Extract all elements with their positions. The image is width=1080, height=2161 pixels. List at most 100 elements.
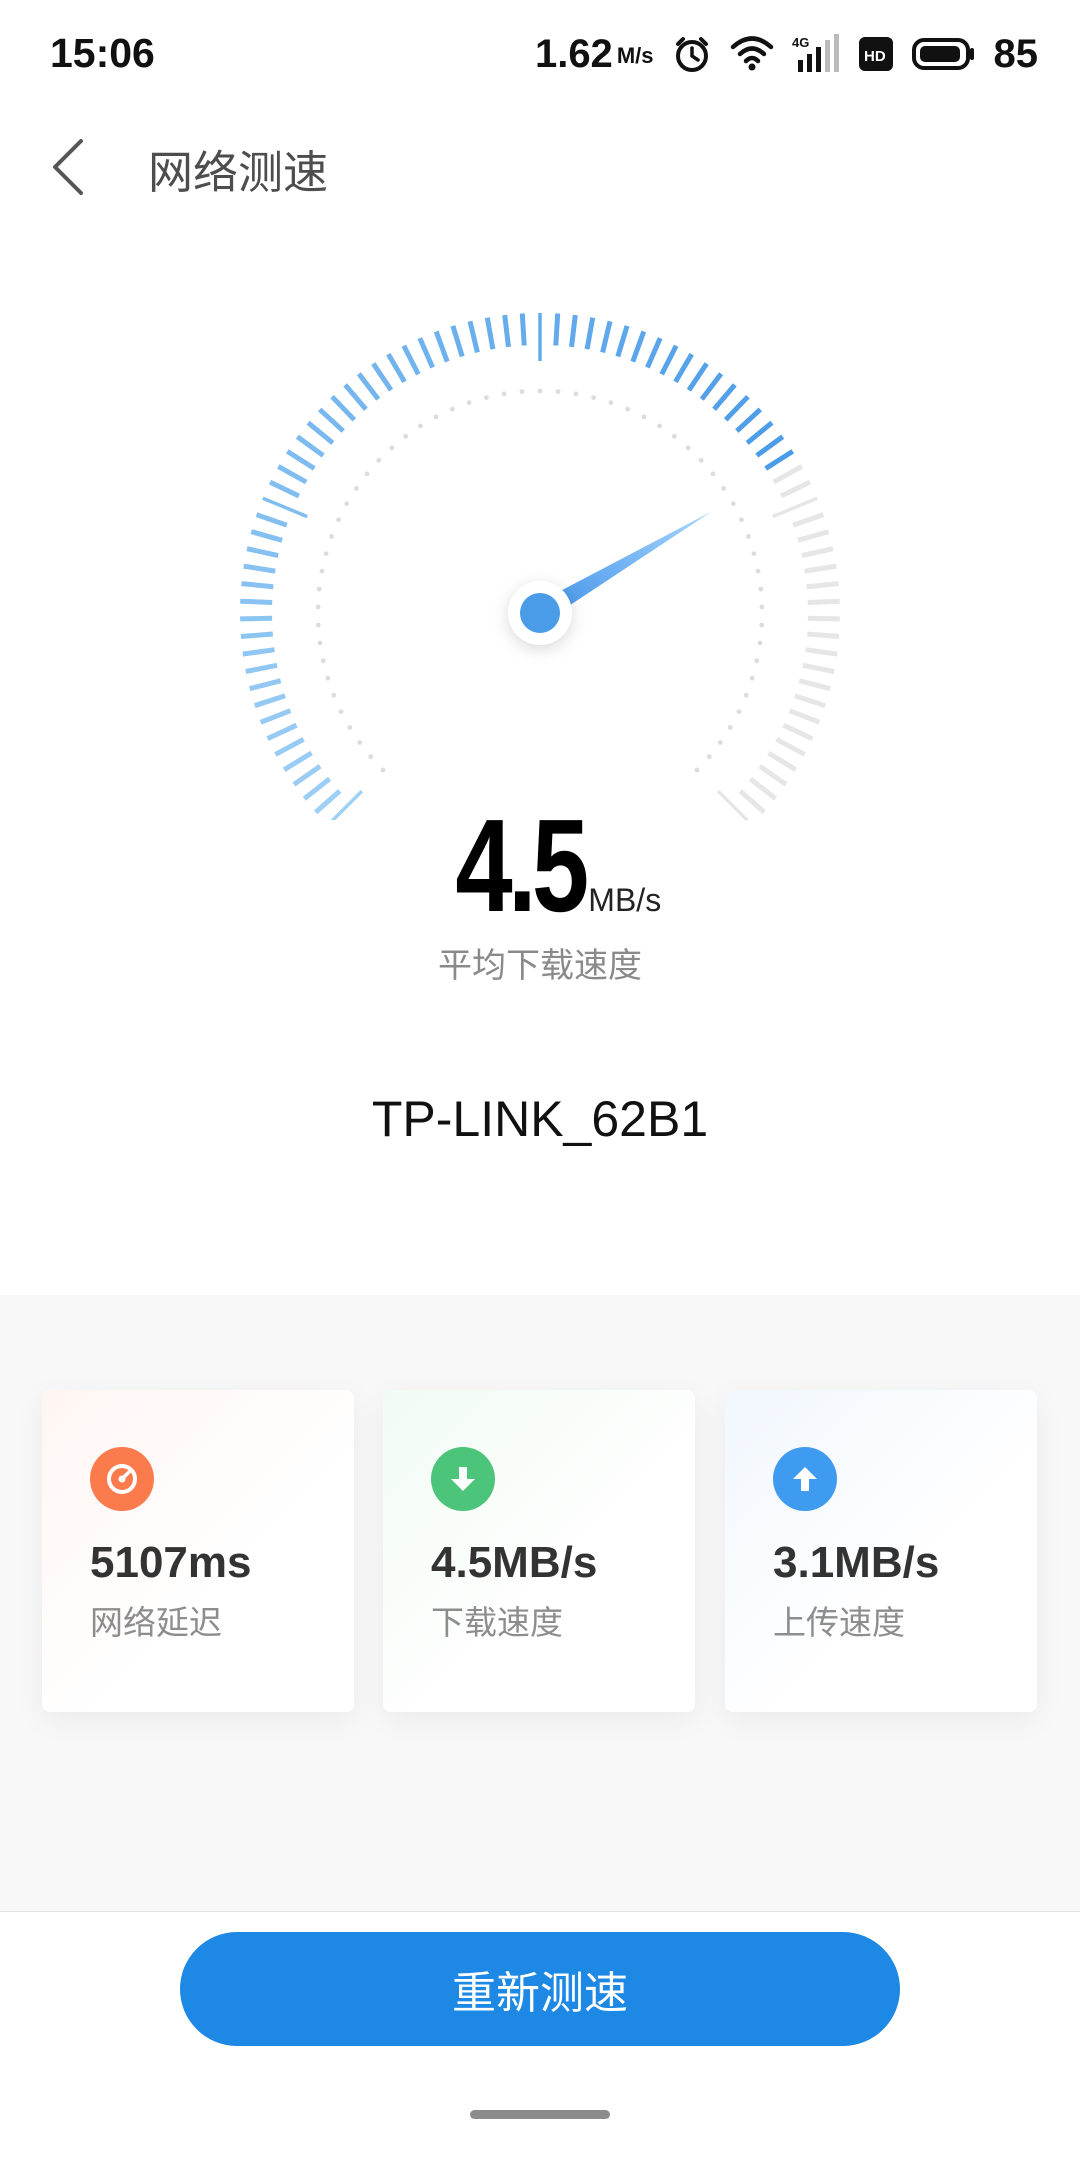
gauge-dot [357,740,363,745]
gauge-dot [433,414,439,420]
gauge-tick [569,314,578,348]
gauge-tick [295,434,325,458]
gauge-tick [712,383,737,411]
gauge-dot [315,622,321,628]
gauge-dot [694,767,700,773]
gauge-tick [553,313,561,346]
gauge-tick [484,317,496,350]
gauge-tick [240,615,273,622]
gauge-tick [330,394,357,422]
gauge-tick [699,372,724,401]
gauge-dot [727,725,733,730]
gauge-dot [625,406,631,412]
gauge-tick [282,750,313,772]
gauge-dot [739,517,744,523]
gauge-tick [630,330,647,363]
latency-label: 网络延迟 [90,1603,222,1642]
gauge-dot [759,622,765,628]
gauge-tick [255,512,288,528]
gauge-dot [449,406,455,412]
gauge-tick [745,420,774,445]
gauge-tick [386,352,407,384]
gauge-dot [389,445,395,451]
gauge-hub [520,593,560,633]
gauge-dot [376,457,382,463]
gauge-tick [243,563,276,574]
gauge-dot [755,568,761,574]
gauge-tick [285,449,316,471]
gauge-tick [802,662,835,674]
home-indicator[interactable] [470,2110,610,2119]
gauge-tick [250,529,283,543]
gauge-tick [259,708,292,725]
gauge-tick [240,631,273,639]
gauge-dot [501,391,507,397]
gauge-dot [315,604,321,610]
gauge-tick [277,464,308,485]
gauge-major-tick [262,496,308,519]
gauge-tick [245,662,278,674]
gauge-dot [316,586,322,592]
gauge-dot [759,604,765,610]
gauge-tick [269,479,300,499]
gauge-tick [249,678,282,692]
speed-caption: 平均下载速度 [438,946,642,986]
gauge-tick [782,722,814,741]
gauge-tick [356,372,381,401]
gauge-dot [710,471,716,477]
gauge-dot [484,395,489,400]
speed-unit: MB/s [588,882,662,918]
gauge-tick [659,344,679,376]
gauge-tick [673,352,694,384]
gauge-dot [758,586,764,592]
gauge-dot [591,395,596,400]
gauge-dot [338,709,344,714]
gauge-tick [686,362,709,392]
gauge-tick [807,598,840,605]
gauge-dot [519,389,525,395]
gauge-dot [736,709,742,714]
gauge-dot [329,534,334,539]
gauge-dot [323,551,329,556]
gauge-dot [403,433,409,439]
gauge-tick [600,320,613,353]
gauge-tick [584,317,596,350]
gauge-dot [320,658,326,664]
gauge-tick [807,615,840,622]
gauge-dot [344,501,350,507]
gauge-dot [706,754,712,760]
gauge-dot [751,551,757,556]
gauge-tick [780,479,811,499]
download-value: 4.5MB/s [431,1538,598,1587]
gauge-dot [730,501,736,507]
gauge-dot [749,675,755,681]
gauge-tick [274,737,305,757]
bottom-bar: 重新测速 [0,1911,1080,2161]
gauge-tick [775,737,806,757]
download-label: 下载速度 [431,1603,563,1642]
gauge-tick [645,337,663,369]
gauge-dot [331,692,337,698]
gauge-tick [767,750,798,772]
gauge-tick [805,647,838,657]
speed-gauge [240,313,840,820]
upload-label: 上传速度 [773,1603,905,1642]
gauge-dot [657,423,662,429]
gauge-tick [242,647,275,657]
gauge-dot [717,740,723,745]
gauge-dot [641,414,647,420]
gauge-tick [807,631,840,639]
gauge-dot [466,400,472,405]
gauge-dot [608,400,614,405]
network-name: TP-LINK_62B1 [371,1091,709,1147]
gauge-dot [746,534,751,539]
gauge-dot [325,675,331,681]
gauge-dot [537,388,543,394]
gauge-tick [797,529,830,543]
gauge-tick [755,434,785,458]
gauge-dot [319,568,325,574]
gauge-tick [792,512,825,528]
gauge-tick [758,764,788,787]
gauge-tick [266,722,298,741]
retest-button[interactable]: 重新测速 [180,1932,900,2046]
